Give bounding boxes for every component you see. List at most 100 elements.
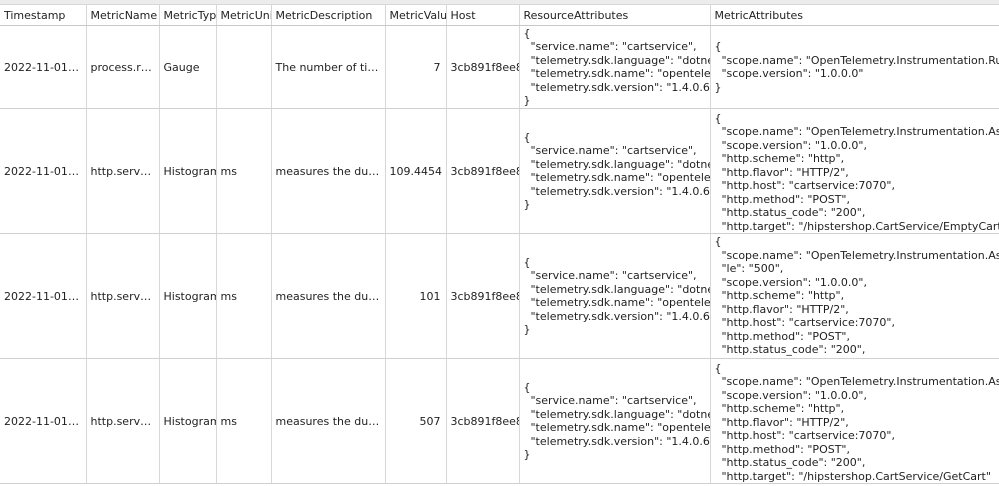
json-line: "telemetry.sdk.version": "1.4.0.665" bbox=[523, 80, 710, 94]
cell-timestamp[interactable]: 2022-11-01 10:... bbox=[0, 108, 87, 234]
json-line: "scope.version": "1.0.0.0", bbox=[714, 138, 867, 152]
json-line: "telemetry.sdk.version": "1.4.0.665" bbox=[523, 434, 710, 448]
json-line: "telemetry.sdk.name": "opentelemetry", bbox=[530, 171, 710, 184]
column-header-host[interactable]: Host bbox=[446, 5, 520, 26]
cell-metric-value[interactable]: 507 bbox=[385, 358, 447, 484]
cell-timestamp[interactable]: 2022-11-01 10:... bbox=[0, 358, 87, 484]
cell-metric-value[interactable]: 101 bbox=[385, 233, 447, 359]
json-line: "http.host": "cartservice:7070", bbox=[714, 429, 895, 442]
json-line: { bbox=[523, 255, 531, 269]
table-row[interactable]: 2022-11-01 10:... http.server.d... Histo… bbox=[0, 108, 999, 234]
cell-resource-attributes[interactable]: { "service.name": "cartservice", "teleme… bbox=[519, 233, 711, 359]
cell-resource-attributes[interactable]: { "service.name": "cartservice", "teleme… bbox=[519, 358, 711, 484]
cell-metric-unit[interactable]: ms bbox=[216, 233, 272, 359]
json-line: "scope.name": "OpenTelemetry.Instrumenta… bbox=[721, 125, 998, 138]
json-line: "http.method": "POST", bbox=[714, 442, 850, 456]
cell-timestamp[interactable]: 2022-11-01 10:... bbox=[0, 233, 87, 359]
cell-metric-name[interactable]: http.server.d... bbox=[86, 108, 160, 234]
table-row[interactable]: 2022-11-01 10:... http.server.d... Histo… bbox=[0, 358, 999, 484]
column-header-metric-type[interactable]: MetricType bbox=[159, 5, 217, 26]
cell-timestamp[interactable]: 2022-11-01 10:... bbox=[0, 25, 87, 109]
json-line: "http.flavor": "HTTP/2", bbox=[714, 165, 849, 179]
json-line: "telemetry.sdk.version": "1.4.0.665" bbox=[523, 184, 710, 198]
table-row[interactable]: 2022-11-01 10:... process.runt... Gauge … bbox=[0, 25, 999, 109]
column-header-metric-name[interactable]: MetricName bbox=[86, 5, 160, 26]
json-line: } bbox=[523, 448, 531, 461]
json-line: "telemetry.sdk.version": "1.4.0.665" bbox=[523, 309, 710, 323]
cell-metric-attributes[interactable]: { "scope.name": "OpenTelemetry.Instrumen… bbox=[710, 108, 999, 234]
cell-metric-type[interactable]: Histogram bbox=[159, 108, 217, 234]
cell-metric-name[interactable]: http.server.d... bbox=[86, 358, 160, 484]
cell-host[interactable]: 3cb891f8ee89 bbox=[446, 358, 520, 484]
json-line: "telemetry.sdk.name": "opentelemetry", bbox=[530, 296, 710, 309]
json-line: "le": "500", bbox=[714, 262, 784, 275]
json-line: "http.scheme": "http", bbox=[714, 289, 845, 302]
json-line: "http.status_code": "200", bbox=[714, 206, 866, 219]
json-line: "http.status_code": "200", bbox=[714, 456, 866, 469]
metrics-table: Timestamp MetricName MetricType MetricUn… bbox=[0, 5, 999, 484]
column-header-metric-attributes[interactable]: MetricAttributes bbox=[710, 5, 999, 26]
cell-metric-type[interactable]: Histogram bbox=[159, 233, 217, 359]
json-line: { bbox=[714, 361, 722, 375]
json-line: "telemetry.sdk.name": "opentelemetry", bbox=[530, 421, 710, 434]
json-line: "scope.name": "OpenTelemetry.Instrumenta… bbox=[721, 53, 998, 67]
cell-metric-value[interactable]: 7 bbox=[385, 25, 447, 109]
json-line: "telemetry.sdk.language": "dotnet", bbox=[523, 407, 710, 421]
json-line: "http.target": "/hipstershop.CartService… bbox=[714, 469, 991, 483]
json-line: { bbox=[714, 111, 722, 125]
cell-resource-attributes[interactable]: { "service.name": "cartservice", "teleme… bbox=[519, 108, 711, 234]
json-line: "scope.version": "1.0.0.0", bbox=[714, 388, 867, 402]
json-line: "http.status_code": "200", bbox=[714, 343, 866, 356]
cell-metric-description[interactable]: measures the duratio... bbox=[271, 233, 386, 359]
json-line: { bbox=[714, 235, 722, 248]
json-line: "http.target": "/hipstershop.CartService… bbox=[714, 219, 999, 233]
json-line: { bbox=[523, 380, 531, 394]
cell-metric-name[interactable]: http.server.d... bbox=[86, 233, 160, 359]
cell-resource-attributes[interactable]: { "service.name": "cartservice", "teleme… bbox=[519, 25, 711, 109]
cell-metric-unit[interactable] bbox=[216, 25, 272, 109]
column-header-metric-description[interactable]: MetricDescription bbox=[271, 5, 386, 26]
json-line: { bbox=[714, 40, 722, 53]
json-line: "telemetry.sdk.language": "dotnet", bbox=[523, 157, 710, 171]
cell-host[interactable]: 3cb891f8ee89 bbox=[446, 108, 520, 234]
json-line: } bbox=[523, 94, 531, 107]
json-line: "http.method": "POST", bbox=[714, 192, 850, 206]
header-row: Timestamp MetricName MetricType MetricUn… bbox=[0, 5, 999, 26]
json-line: "telemetry.sdk.language": "dotnet", bbox=[523, 282, 710, 296]
cell-host[interactable]: 3cb891f8ee89 bbox=[446, 25, 520, 109]
cell-metric-attributes[interactable]: { "scope.name": "OpenTelemetry.Instrumen… bbox=[710, 233, 999, 359]
json-line: { bbox=[523, 26, 531, 40]
cell-metric-attributes[interactable]: { "scope.name": "OpenTelemetry.Instrumen… bbox=[710, 358, 999, 484]
cell-metric-value[interactable]: 109.4454 bbox=[385, 108, 447, 234]
cell-metric-unit[interactable]: ms bbox=[216, 358, 272, 484]
cell-host[interactable]: 3cb891f8ee89 bbox=[446, 233, 520, 359]
json-line: "scope.name": "OpenTelemetry.Instrumenta… bbox=[721, 375, 998, 388]
json-line: "scope.version": "1.0.0.0", bbox=[714, 275, 867, 289]
json-line: "http.flavor": "HTTP/2", bbox=[714, 302, 849, 316]
json-line: "service.name": "cartservice", bbox=[523, 40, 697, 53]
table-row[interactable]: 2022-11-01 10:... http.server.d... Histo… bbox=[0, 233, 999, 359]
json-line: } bbox=[523, 323, 531, 336]
json-line: "http.method": "POST", bbox=[714, 329, 850, 343]
json-line: "http.scheme": "http", bbox=[714, 152, 845, 165]
json-line: "telemetry.sdk.language": "dotnet", bbox=[523, 53, 710, 67]
cell-metric-type[interactable]: Histogram bbox=[159, 358, 217, 484]
json-line: "scope.version": "1.0.0.0" bbox=[714, 67, 864, 80]
cell-metric-type[interactable]: Gauge bbox=[159, 25, 217, 109]
json-line: } bbox=[714, 80, 722, 94]
cell-metric-description[interactable]: The number of timer... bbox=[271, 25, 386, 109]
cell-metric-name[interactable]: process.runt... bbox=[86, 25, 160, 109]
column-header-resource-attributes[interactable]: ResourceAttributes bbox=[519, 5, 711, 26]
cell-metric-description[interactable]: measures the duratio... bbox=[271, 358, 386, 484]
cell-metric-attributes[interactable]: { "scope.name": "OpenTelemetry.Instrumen… bbox=[710, 25, 999, 109]
column-header-metric-value[interactable]: MetricValue bbox=[385, 5, 447, 26]
json-line: "http.host": "cartservice:7070", bbox=[714, 316, 895, 329]
json-line: "scope.name": "OpenTelemetry.Instrumenta… bbox=[721, 248, 998, 262]
json-line: "http.host": "cartservice:7070", bbox=[714, 179, 895, 192]
cell-metric-unit[interactable]: ms bbox=[216, 108, 272, 234]
column-header-metric-unit[interactable]: MetricUnit bbox=[216, 5, 272, 26]
column-header-timestamp[interactable]: Timestamp bbox=[0, 5, 87, 26]
json-line: { bbox=[523, 130, 531, 144]
json-line: "telemetry.sdk.name": "opentelemetry", bbox=[530, 67, 710, 80]
cell-metric-description[interactable]: measures the duratio... bbox=[271, 108, 386, 234]
